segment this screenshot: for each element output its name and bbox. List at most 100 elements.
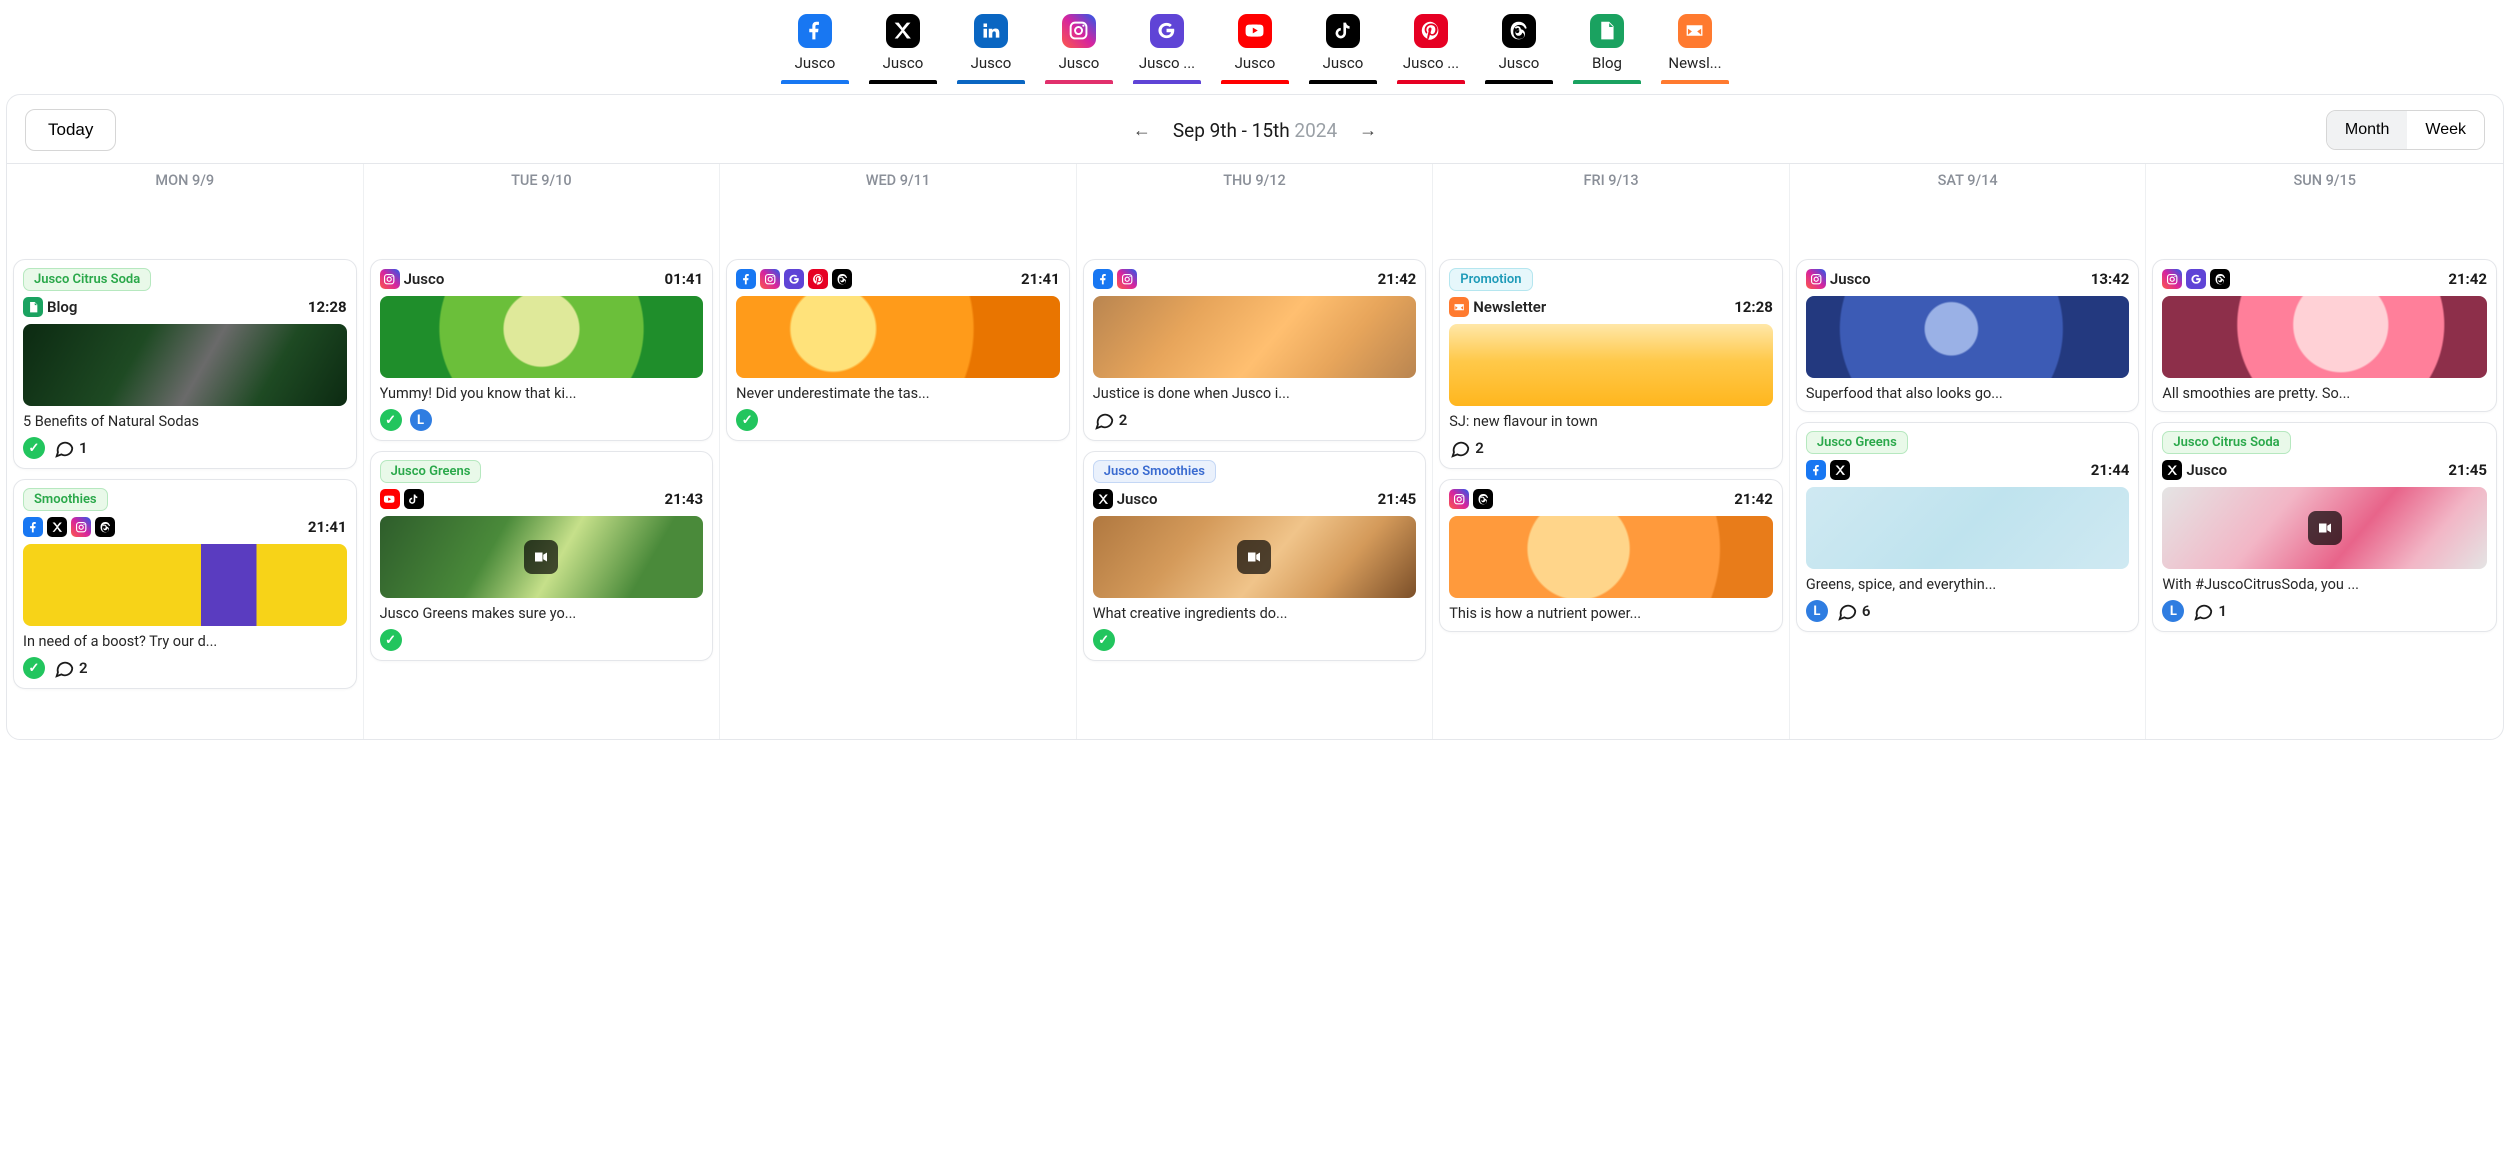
comment-count[interactable]: 1 (2192, 600, 2227, 622)
channel-underline (1221, 80, 1289, 84)
channel-tiktok[interactable]: Jusco (1312, 14, 1374, 84)
channel-newsletter[interactable]: Newsl... (1664, 14, 1726, 84)
post-card[interactable]: Smoothies 21:41 In need of a boost? Try … (13, 479, 357, 689)
post-caption: 5 Benefits of Natural Sodas (23, 413, 347, 430)
post-tag: Smoothies (23, 488, 108, 511)
channel-label: Blog (1592, 54, 1622, 72)
comment-count[interactable]: 2 (1093, 409, 1128, 431)
day-column[interactable]: 21:42 Justice is done when Jusco i... 2 … (1077, 199, 1434, 739)
channel-facebook[interactable]: Jusco (784, 14, 846, 84)
today-button[interactable]: Today (25, 109, 116, 151)
status-approved-icon: ✓ (380, 409, 402, 431)
threads-icon (1502, 14, 1536, 48)
channel-underline (1045, 80, 1113, 84)
channel-underline (1397, 80, 1465, 84)
comment-count[interactable]: 2 (1449, 437, 1484, 459)
comment-count[interactable]: 1 (53, 437, 88, 459)
comment-count[interactable]: 6 (1836, 600, 1871, 622)
post-card[interactable]: Jusco 13:42 Superfood that also looks go… (1796, 259, 2140, 412)
facebook-icon (1093, 269, 1113, 289)
post-thumbnail (23, 324, 347, 406)
view-month-button[interactable]: Month (2327, 111, 2407, 149)
status-scheduled-icon: L (1806, 600, 1828, 622)
post-status-row: ✓2 (23, 657, 347, 679)
post-card[interactable]: 21:42 All smoothies are pretty. So... (2152, 259, 2497, 412)
post-card[interactable]: Jusco Greens 21:43 Jusco Greens makes su… (370, 451, 714, 661)
post-time: 21:45 (2448, 461, 2487, 479)
channel-threads[interactable]: Jusco (1488, 14, 1550, 84)
status-approved-icon: ✓ (1093, 629, 1115, 651)
channel-pinterest[interactable]: Jusco ... (1400, 14, 1462, 84)
post-card[interactable]: Jusco Smoothies Jusco 21:45 What creativ… (1083, 451, 1427, 661)
post-time: 13:42 (2091, 270, 2130, 288)
post-time: 21:42 (1378, 270, 1417, 288)
post-tag: Jusco Greens (380, 460, 482, 483)
channel-google[interactable]: Jusco ... (1136, 14, 1198, 84)
post-thumbnail (2162, 296, 2487, 378)
day-column[interactable]: 21:42 All smoothies are pretty. So... Ju… (2146, 199, 2503, 739)
post-thumbnail (380, 296, 704, 378)
day-column[interactable]: Promotion Newsletter 12:28 SJ: new flavo… (1433, 199, 1790, 739)
tiktok-icon (404, 489, 424, 509)
post-thumbnail (2162, 487, 2487, 569)
post-meta-row: 21:41 (23, 516, 347, 538)
day-column[interactable]: Jusco 01:41 Yummy! Did you know that ki.… (364, 199, 721, 739)
post-card[interactable]: Promotion Newsletter 12:28 SJ: new flavo… (1439, 259, 1783, 469)
next-week-button[interactable]: → (1359, 120, 1377, 141)
comment-count-value: 2 (79, 659, 88, 677)
day-column[interactable]: Jusco 13:42 Superfood that also looks go… (1790, 199, 2147, 739)
channel-underline (1573, 80, 1641, 84)
days-header: MON 9/9TUE 9/10WED 9/11THU 9/12FRI 9/13S… (7, 163, 2503, 199)
status-approved-icon: ✓ (736, 409, 758, 431)
post-time: 21:42 (2448, 270, 2487, 288)
post-meta-row: Jusco 01:41 (380, 268, 704, 290)
channel-blog[interactable]: Blog (1576, 14, 1638, 84)
comment-count-value: 2 (1119, 411, 1128, 429)
post-meta-row: Newsletter 12:28 (1449, 296, 1773, 318)
status-scheduled-icon: L (2162, 600, 2184, 622)
view-week-button[interactable]: Week (2407, 111, 2484, 149)
post-time: 21:43 (664, 490, 703, 508)
google-icon (1150, 14, 1184, 48)
channel-label: Jusco (1235, 54, 1276, 72)
post-thumbnail (1093, 296, 1417, 378)
post-time: 21:41 (1021, 270, 1060, 288)
post-caption: This is how a nutrient power... (1449, 605, 1773, 622)
post-time: 12:28 (308, 298, 347, 316)
prev-week-button[interactable]: ← (1133, 120, 1151, 141)
post-card[interactable]: Jusco Greens 21:44 Greens, spice, and ev… (1796, 422, 2140, 632)
day-column[interactable]: 21:41 Never underestimate the tas... ✓ (720, 199, 1077, 739)
days-body: Jusco Citrus Soda Blog 12:28 5 Benefits … (7, 199, 2503, 739)
video-badge-icon (524, 540, 558, 574)
day-header: FRI 9/13 (1433, 164, 1790, 199)
threads-icon (832, 269, 852, 289)
day-header: MON 9/9 (7, 164, 364, 199)
youtube-icon (1238, 14, 1272, 48)
post-card[interactable]: 21:42 This is how a nutrient power... (1439, 479, 1783, 632)
channel-instagram[interactable]: Jusco (1048, 14, 1110, 84)
post-card[interactable]: 21:41 Never underestimate the tas... ✓ (726, 259, 1070, 441)
instagram-icon (71, 517, 91, 537)
post-tag: Promotion (1449, 268, 1532, 291)
post-caption: Greens, spice, and everythin... (1806, 576, 2130, 593)
post-meta-row: 21:44 (1806, 459, 2130, 481)
channel-x[interactable]: Jusco (872, 14, 934, 84)
channel-underline (957, 80, 1025, 84)
channel-linkedin[interactable]: Jusco (960, 14, 1022, 84)
post-status-row: ✓ (736, 409, 1060, 431)
post-channel-label: Blog (47, 298, 77, 316)
post-meta-row: 21:42 (1093, 268, 1417, 290)
facebook-icon (798, 14, 832, 48)
comment-count[interactable]: 2 (53, 657, 88, 679)
x-icon (886, 14, 920, 48)
post-status-row: ✓ (1093, 629, 1417, 651)
post-card[interactable]: 21:42 Justice is done when Jusco i... 2 (1083, 259, 1427, 441)
post-card[interactable]: Jusco 01:41 Yummy! Did you know that ki.… (370, 259, 714, 441)
facebook-icon (23, 517, 43, 537)
channel-youtube[interactable]: Jusco (1224, 14, 1286, 84)
day-column[interactable]: Jusco Citrus Soda Blog 12:28 5 Benefits … (7, 199, 364, 739)
channel-label: Jusco (883, 54, 924, 72)
day-header: THU 9/12 (1077, 164, 1434, 199)
post-card[interactable]: Jusco Citrus Soda Blog 12:28 5 Benefits … (13, 259, 357, 469)
post-card[interactable]: Jusco Citrus Soda Jusco 21:45 With #Jusc… (2152, 422, 2497, 632)
